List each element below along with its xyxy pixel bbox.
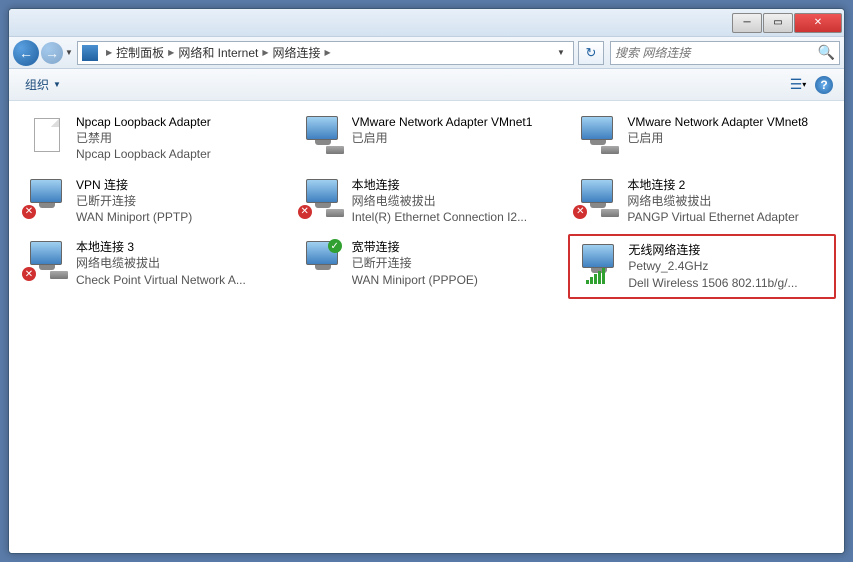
chevron-down-icon: ▾ — [802, 80, 806, 89]
minimize-button[interactable]: ─ — [732, 13, 762, 33]
breadcrumb-item[interactable]: 控制面板 — [116, 44, 164, 61]
connection-device: WAN Miniport (PPPOE) — [352, 272, 556, 288]
help-button[interactable]: ? — [812, 74, 836, 96]
chevron-right-icon[interactable]: ▶ — [262, 48, 268, 57]
connection-status: 已断开连接 — [352, 255, 556, 271]
connection-icon — [298, 114, 346, 156]
chevron-right-icon[interactable]: ▶ — [325, 48, 331, 57]
help-icon: ? — [815, 76, 833, 94]
connection-status: 网络电缆被拔出 — [627, 193, 831, 209]
connection-status: 已启用 — [352, 130, 556, 146]
connection-icon — [574, 242, 622, 284]
chevron-right-icon[interactable]: ▶ — [106, 48, 112, 57]
connection-text: 本地连接网络电缆被拔出Intel(R) Ethernet Connection … — [352, 177, 556, 226]
connection-icon: ✕ — [22, 239, 70, 281]
connection-status: 已启用 — [627, 130, 831, 146]
connection-name: VMware Network Adapter VMnet8 — [627, 114, 831, 130]
connection-device: Dell Wireless 1506 802.11b/g/... — [628, 275, 830, 291]
back-button[interactable]: ← — [13, 40, 39, 66]
connection-icon: ✕ — [22, 177, 70, 219]
address-bar[interactable]: ▶ 控制面板 ▶ 网络和 Internet ▶ 网络连接 ▶ ▼ — [77, 41, 574, 65]
breadcrumb-item[interactable]: 网络和 Internet — [178, 44, 258, 61]
connection-text: Npcap Loopback Adapter已禁用Npcap Loopback … — [76, 114, 280, 163]
connections-grid: Npcap Loopback Adapter已禁用Npcap Loopback … — [17, 109, 836, 299]
content-area: Npcap Loopback Adapter已禁用Npcap Loopback … — [9, 101, 844, 553]
forward-button[interactable]: → — [41, 42, 63, 64]
connection-text: VMware Network Adapter VMnet8已启用 — [627, 114, 831, 146]
connection-device: Intel(R) Ethernet Connection I2... — [352, 209, 556, 225]
connection-name: 本地连接 2 — [627, 177, 831, 193]
search-input[interactable] — [615, 46, 818, 60]
connection-icon: ✕ — [573, 177, 621, 219]
connection-status: 网络电缆被拔出 — [352, 193, 556, 209]
breadcrumb-item[interactable]: 网络连接 — [273, 44, 321, 61]
search-box[interactable]: 🔍 — [610, 41, 840, 65]
connection-name: VMware Network Adapter VMnet1 — [352, 114, 556, 130]
connection-item[interactable]: Npcap Loopback Adapter已禁用Npcap Loopback … — [17, 109, 285, 168]
connection-name: 宽带连接 — [352, 239, 556, 255]
connection-icon: ✓ — [298, 239, 346, 281]
connection-item[interactable]: ✕本地连接 3网络电缆被拔出Check Point Virtual Networ… — [17, 234, 285, 299]
connection-status: 已断开连接 — [76, 193, 280, 209]
titlebar: ─ ▭ ✕ — [9, 9, 844, 37]
connection-name: VPN 连接 — [76, 177, 280, 193]
history-dropdown[interactable]: ▼ — [65, 48, 75, 57]
organize-label: 组织 — [25, 76, 49, 93]
connection-name: Npcap Loopback Adapter — [76, 114, 280, 130]
refresh-button[interactable]: ↻ — [578, 41, 604, 65]
address-dropdown[interactable]: ▼ — [553, 48, 569, 57]
view-button[interactable]: ☰▾ — [786, 74, 810, 96]
connection-text: 宽带连接已断开连接WAN Miniport (PPPOE) — [352, 239, 556, 288]
connection-device: WAN Miniport (PPTP) — [76, 209, 280, 225]
connection-icon: ✕ — [298, 177, 346, 219]
connection-item[interactable]: ✕本地连接 2网络电缆被拔出PANGP Virtual Ethernet Ada… — [568, 172, 836, 231]
navbar: ← → ▼ ▶ 控制面板 ▶ 网络和 Internet ▶ 网络连接 ▶ ▼ ↻… — [9, 37, 844, 69]
connection-text: VMware Network Adapter VMnet1已启用 — [352, 114, 556, 146]
organize-menu[interactable]: 组织 ▼ — [17, 72, 69, 97]
connection-text: 本地连接 2网络电缆被拔出PANGP Virtual Ethernet Adap… — [627, 177, 831, 226]
connection-name: 本地连接 — [352, 177, 556, 193]
connection-text: 无线网络连接Petwy_2.4GHzDell Wireless 1506 802… — [628, 242, 830, 291]
connection-item[interactable]: ✕VPN 连接已断开连接WAN Miniport (PPTP) — [17, 172, 285, 231]
search-icon[interactable]: 🔍 — [818, 44, 835, 61]
connection-item[interactable]: VMware Network Adapter VMnet1已启用 — [293, 109, 561, 168]
connection-name: 无线网络连接 — [628, 242, 830, 258]
connection-text: 本地连接 3网络电缆被拔出Check Point Virtual Network… — [76, 239, 280, 288]
breadcrumb: ▶ 控制面板 ▶ 网络和 Internet ▶ 网络连接 ▶ — [102, 44, 335, 61]
connection-icon — [573, 114, 621, 156]
chevron-right-icon[interactable]: ▶ — [168, 48, 174, 57]
connection-item[interactable]: VMware Network Adapter VMnet8已启用 — [568, 109, 836, 168]
connection-name: 本地连接 3 — [76, 239, 280, 255]
maximize-button[interactable]: ▭ — [763, 13, 793, 33]
explorer-window: ─ ▭ ✕ ← → ▼ ▶ 控制面板 ▶ 网络和 Internet ▶ 网络连接… — [8, 8, 845, 554]
location-icon — [82, 45, 98, 61]
view-icon: ☰ — [790, 76, 803, 93]
chevron-down-icon: ▼ — [53, 80, 61, 89]
connection-item[interactable]: ✕本地连接网络电缆被拔出Intel(R) Ethernet Connection… — [293, 172, 561, 231]
connection-status: 已禁用 — [76, 130, 280, 146]
connection-status: Petwy_2.4GHz — [628, 258, 830, 274]
connection-device: Npcap Loopback Adapter — [76, 146, 280, 162]
connection-item[interactable]: 无线网络连接Petwy_2.4GHzDell Wireless 1506 802… — [568, 234, 836, 299]
connection-icon — [22, 114, 70, 156]
toolbar: 组织 ▼ ☰▾ ? — [9, 69, 844, 101]
connection-device: PANGP Virtual Ethernet Adapter — [627, 209, 831, 225]
close-button[interactable]: ✕ — [794, 13, 842, 33]
connection-device: Check Point Virtual Network A... — [76, 272, 280, 288]
connection-item[interactable]: ✓宽带连接已断开连接WAN Miniport (PPPOE) — [293, 234, 561, 299]
connection-text: VPN 连接已断开连接WAN Miniport (PPTP) — [76, 177, 280, 226]
connection-status: 网络电缆被拔出 — [76, 255, 280, 271]
